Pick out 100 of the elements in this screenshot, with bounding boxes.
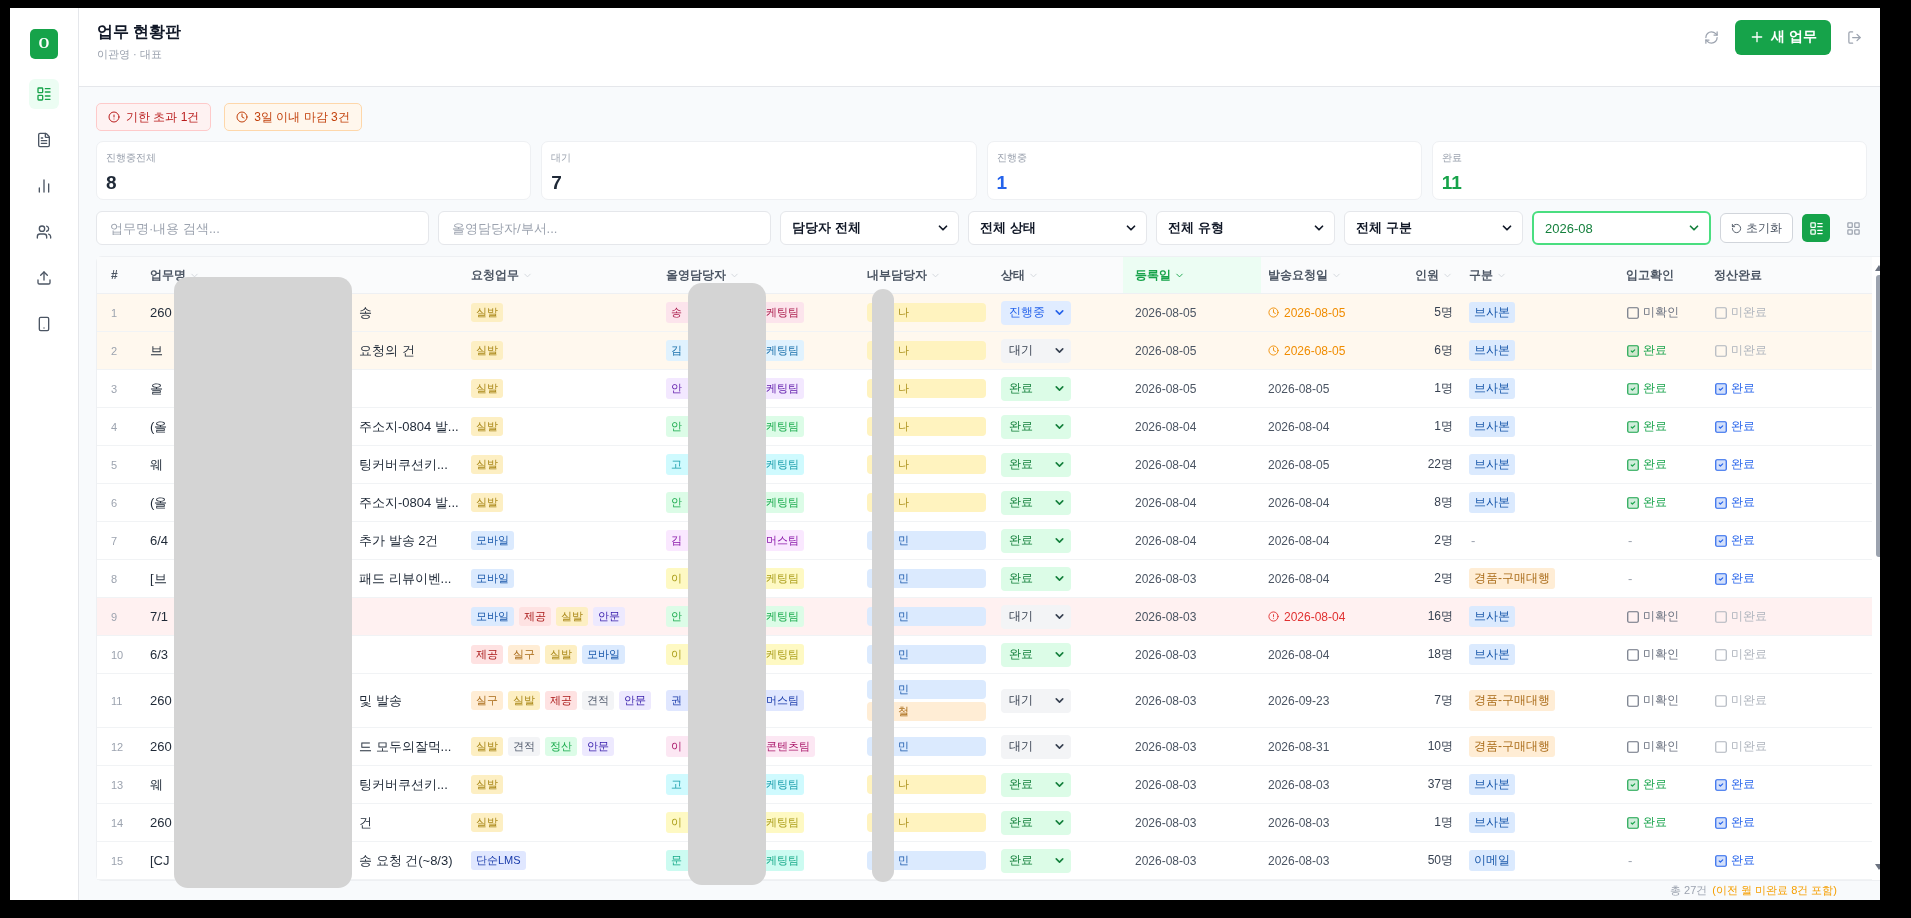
date-text: 2026-08-03 — [1135, 815, 1197, 830]
status-select[interactable]: 완료 — [1001, 490, 1071, 515]
check-toggle[interactable]: 완료 — [1714, 456, 1755, 473]
status-select[interactable]: 완료 — [1001, 810, 1071, 835]
view-toggle[interactable] — [1802, 214, 1830, 242]
status-select[interactable]: 완료 — [1001, 566, 1071, 591]
status-select[interactable]: 완료 — [1001, 772, 1071, 797]
status-select[interactable]: 완료 — [1001, 414, 1071, 439]
task-title: (올 — [150, 493, 168, 512]
check-toggle[interactable]: 완료 — [1714, 380, 1755, 397]
check-toggle[interactable]: 완료 — [1714, 776, 1755, 793]
check-toggle[interactable]: 미확인 — [1626, 646, 1679, 663]
row-number: 3 — [110, 382, 118, 395]
manager-name: 문 — [671, 853, 682, 868]
filter-select[interactable]: 전체 상태 — [968, 211, 1147, 245]
status-select[interactable]: 대기 — [1001, 734, 1071, 759]
check-toggle[interactable]: 완료 — [1626, 814, 1667, 831]
people-count: 5명 — [1434, 304, 1453, 321]
check-toggle[interactable]: 완료 — [1714, 494, 1755, 511]
column-header[interactable]: 올영담당자 — [666, 266, 740, 284]
check-toggle[interactable]: 완료 — [1626, 456, 1667, 473]
status-select[interactable]: 완료 — [1001, 376, 1071, 401]
status-select[interactable]: 완료 — [1001, 642, 1071, 667]
check-toggle[interactable]: 완료 — [1626, 342, 1667, 359]
alert-badge[interactable]: 기한 초과 1건 — [96, 103, 212, 131]
user-role: 이관영 · 대표 — [97, 47, 163, 62]
check-toggle[interactable]: 미확인 — [1626, 608, 1679, 625]
task-tag: 견적 — [508, 737, 540, 756]
filter-select[interactable]: 담당자 전체 — [780, 211, 959, 245]
check-toggle[interactable]: 완료 — [1626, 494, 1667, 511]
search-field[interactable]: 올영담당자/부서... — [438, 211, 771, 245]
date-text: 2026-08-03 — [1135, 609, 1197, 624]
check-toggle[interactable]: 완료 — [1714, 814, 1755, 831]
check-toggle[interactable]: 완료 — [1626, 418, 1667, 435]
status-select[interactable]: 완료 — [1001, 528, 1071, 553]
team-name: 케팅팀 — [766, 777, 799, 792]
team-name: 케팅팀 — [766, 495, 799, 510]
nav-button[interactable] — [29, 79, 59, 109]
status-select[interactable]: 완료 — [1001, 848, 1071, 873]
search-field[interactable]: 업무명·내용 검색... — [96, 211, 429, 245]
team-name: 머스팀 — [766, 533, 799, 548]
alert-badge[interactable]: 3일 이내 마감 3건 — [224, 103, 362, 131]
check-toggle[interactable]: 완료 — [1714, 570, 1755, 587]
logout-icon — [1847, 29, 1862, 45]
manager-name: 고 — [671, 457, 682, 472]
app-logo[interactable]: O — [30, 29, 58, 59]
task-tag: 실발 — [471, 455, 503, 474]
status-select[interactable]: 대기 — [1001, 604, 1071, 629]
task-tag: 안문 — [619, 691, 651, 710]
task-tag: 모바일 — [582, 645, 625, 664]
status-select[interactable]: 완료 — [1001, 452, 1071, 477]
check-toggle[interactable]: 완료 — [1714, 418, 1755, 435]
date-text: 2026-08-04 — [1135, 419, 1197, 434]
column-header[interactable]: 요청업무 — [471, 266, 533, 284]
empty-value: - — [1470, 533, 1477, 548]
check-toggle[interactable]: 완료 — [1626, 380, 1667, 397]
task-title: 올 — [150, 379, 163, 398]
manager-name: 권 — [671, 693, 682, 708]
date-text: 2026-08-05 — [1135, 305, 1197, 320]
column-header[interactable]: 발송요청일 — [1268, 266, 1342, 284]
check-toggle[interactable]: 완료 — [1714, 532, 1755, 549]
column-header[interactable]: 인원 — [1415, 266, 1453, 284]
team-name: 케팅팀 — [766, 381, 799, 396]
task-tag: 안문 — [582, 737, 614, 756]
people-count: 22명 — [1427, 456, 1453, 473]
date-text: 2026-08-03 — [1268, 815, 1330, 830]
check-toggle[interactable]: 완료 — [1626, 776, 1667, 793]
team-name: 케팅팀 — [766, 853, 799, 868]
filter-select[interactable]: 전체 유형 — [1156, 211, 1335, 245]
team-name: 케팅팀 — [766, 343, 799, 358]
check-toggle[interactable]: 미확인 — [1626, 304, 1679, 321]
column-header[interactable]: 업무명 — [150, 266, 200, 284]
row-number: 14 — [110, 816, 124, 829]
check-toggle[interactable]: 완료 — [1714, 852, 1755, 869]
task-tag: 실발 — [471, 737, 503, 756]
people-count: 8명 — [1434, 494, 1453, 511]
category-badge: 브사본 — [1469, 416, 1515, 437]
column-header[interactable]: 상태 — [1001, 266, 1039, 284]
status-select[interactable]: 대기 — [1001, 338, 1071, 363]
category-badge: 브사본 — [1469, 302, 1515, 323]
date-text: 2026-08-04 — [1284, 609, 1346, 624]
task-tag: 실발 — [471, 493, 503, 512]
date-text: 2026-08-05 — [1284, 305, 1346, 320]
check-toggle[interactable]: 미확인 — [1626, 692, 1679, 709]
check-toggle[interactable]: 미확인 — [1626, 738, 1679, 755]
filter-select[interactable]: 2026-08 — [1532, 211, 1711, 245]
row-number: 15 — [110, 854, 124, 867]
people-count: 16명 — [1427, 608, 1453, 625]
new-task-button[interactable]: 새 업무 — [1735, 19, 1831, 55]
team-name: 케팅팀 — [766, 571, 799, 586]
column-header[interactable]: 구분 — [1469, 266, 1507, 284]
column-header[interactable]: 등록일 — [1135, 266, 1185, 284]
category-badge: 브사본 — [1469, 606, 1515, 627]
status-select[interactable]: 대기 — [1001, 688, 1071, 713]
status-select[interactable]: 진행중 — [1001, 300, 1071, 325]
filter-select[interactable]: 전체 구분 — [1344, 211, 1523, 245]
category-badge: 브사본 — [1469, 774, 1515, 795]
column-header[interactable]: 내부담당자 — [867, 266, 941, 284]
task-tag: 실발 — [556, 607, 588, 626]
reset-button[interactable]: 초기화 — [1720, 213, 1793, 243]
